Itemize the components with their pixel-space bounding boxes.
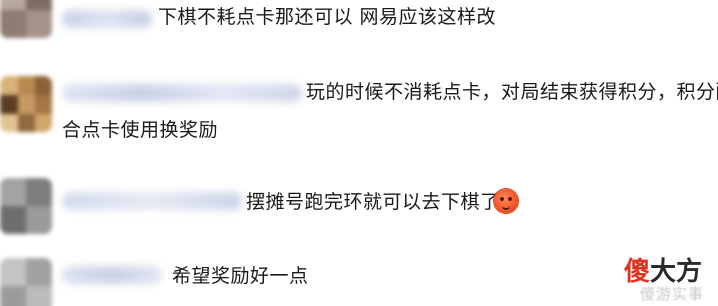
avatar[interactable] [0, 258, 52, 306]
comment-item: 玩的时候不消耗点卡，对局结束获得积分，积分配 合点卡使用换奖励 [0, 70, 718, 150]
username-blurred[interactable] [62, 10, 152, 28]
comment-item: 摆摊号跑完环就可以去下棋了 [0, 176, 718, 236]
avatar[interactable] [0, 178, 52, 234]
avatar[interactable] [0, 76, 52, 132]
avatar[interactable] [0, 0, 52, 38]
angry-face-icon [494, 189, 518, 213]
comment-text: 玩的时候不消耗点卡，对局结束获得积分，积分配 [306, 81, 718, 103]
comment-text: 摆摊号跑完环就可以去下棋了 [246, 191, 500, 213]
comment-text: 下棋不耗点卡那还可以 网易应该这样改 [158, 6, 497, 28]
comment-text: 希望奖励好一点 [172, 265, 309, 287]
comment-text: 合点卡使用换奖励 [62, 119, 219, 141]
comment-item: 希望奖励好一点 [0, 252, 718, 306]
username-blurred[interactable] [62, 84, 302, 102]
username-blurred[interactable] [62, 266, 162, 284]
comment-item: 下棋不耗点卡那还可以 网易应该这样改 [0, 0, 718, 40]
username-blurred[interactable] [62, 192, 242, 210]
watermark-caption: 傻游实事 [639, 285, 704, 303]
comment-screenshot: 下棋不耗点卡那还可以 网易应该这样改 玩的时候不消耗点卡，对局结束获得积分，积分… [0, 0, 718, 306]
